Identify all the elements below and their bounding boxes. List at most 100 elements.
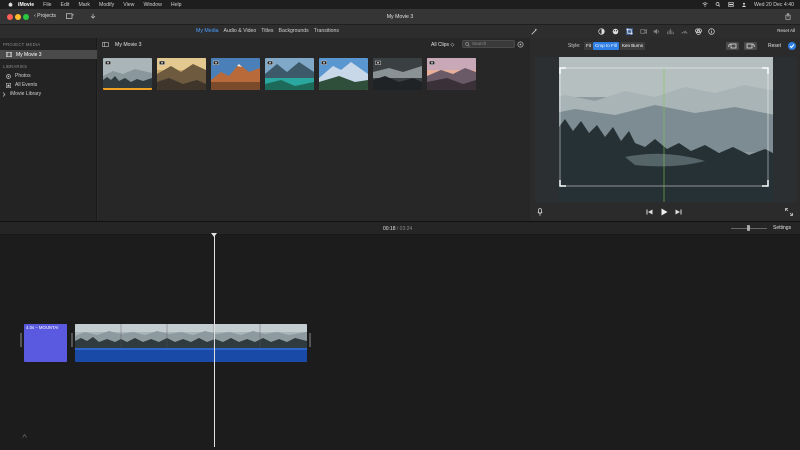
- browser-title: My Movie 3: [115, 42, 142, 48]
- sidebar-item-project[interactable]: My Movie 3: [0, 50, 97, 59]
- skip-forward-icon[interactable]: [675, 209, 682, 215]
- menu-edit[interactable]: Edit: [61, 2, 70, 8]
- speed-icon[interactable]: [681, 28, 688, 35]
- media-clip[interactable]: [211, 58, 260, 90]
- window-close-button[interactable]: [7, 14, 13, 20]
- playhead[interactable]: [214, 235, 215, 447]
- share-download-icon[interactable]: [89, 13, 97, 20]
- menu-mark[interactable]: Mark: [78, 2, 90, 8]
- style-crop-to-fill-button[interactable]: Crop to Fill: [593, 42, 619, 50]
- preview-image: [535, 57, 797, 202]
- tab-audio-video[interactable]: Audio & Video: [224, 28, 257, 34]
- libraries-sidebar: PROJECT MEDIA My Movie 3 LIBRARIES Photo…: [0, 38, 97, 221]
- user-icon[interactable]: [741, 2, 747, 7]
- video-camera-icon: [159, 60, 165, 65]
- clip-trim-handle[interactable]: [20, 333, 22, 347]
- rotate-left-button[interactable]: [726, 42, 739, 50]
- media-clip[interactable]: [427, 58, 476, 90]
- wifi-icon[interactable]: [702, 2, 708, 7]
- video-camera-icon: [267, 60, 273, 65]
- gear-icon[interactable]: [517, 41, 524, 48]
- menu-file[interactable]: File: [43, 2, 51, 8]
- import-media-icon[interactable]: [66, 13, 74, 20]
- window-title: My Movie 3: [386, 14, 414, 20]
- microphone-icon[interactable]: [537, 208, 543, 216]
- video-camera-icon: [213, 60, 219, 65]
- color-palette-icon[interactable]: [612, 28, 619, 35]
- sidebar-toggle-icon[interactable]: [102, 42, 109, 47]
- clip-filter-icon[interactable]: [695, 28, 702, 35]
- color-balance-icon[interactable]: [598, 28, 605, 35]
- star-icon: [6, 82, 11, 88]
- style-ken-burns-button[interactable]: Ken Burns: [620, 42, 646, 50]
- clip-trim-handle[interactable]: [71, 333, 73, 347]
- control-center-icon[interactable]: [728, 2, 734, 7]
- search-input[interactable]: Search: [462, 40, 515, 48]
- sidebar-item-library[interactable]: iMovie Library: [2, 91, 41, 97]
- share-icon[interactable]: [784, 13, 792, 20]
- tab-my-media[interactable]: My Media: [196, 28, 219, 34]
- media-clip[interactable]: [157, 58, 206, 90]
- video-camera-icon: [321, 60, 327, 65]
- timeline: 00:18 / 03:24 Settings 4.0s – MOUNTAI: [0, 221, 800, 450]
- chevron-right-icon[interactable]: [2, 91, 6, 97]
- checkmark-icon: [789, 44, 795, 49]
- settings-button[interactable]: Settings: [773, 225, 791, 231]
- sidebar-item-photos[interactable]: Photos: [6, 73, 31, 79]
- timeline-track[interactable]: 4.0s – MOUNTAI: [0, 235, 800, 450]
- window-zoom-button[interactable]: [23, 14, 29, 20]
- menu-view[interactable]: View: [123, 2, 134, 8]
- search-placeholder: Search: [472, 41, 487, 46]
- tab-titles[interactable]: Titles: [261, 28, 273, 34]
- adjustment-toolbar: [531, 25, 800, 38]
- info-icon[interactable]: [708, 28, 715, 35]
- menu-imovie[interactable]: iMovie: [18, 2, 34, 8]
- menu-modify[interactable]: Modify: [99, 2, 114, 8]
- project-media-header: PROJECT MEDIA: [3, 42, 41, 47]
- audio-waveform[interactable]: [75, 348, 307, 362]
- title-clip-label: 4.0s – MOUNTAI: [26, 325, 59, 330]
- rotate-right-button[interactable]: [744, 42, 757, 50]
- media-browser: My Movie 3 All Clips ◇ Search: [98, 38, 530, 221]
- media-clip[interactable]: [373, 58, 422, 90]
- stabilization-icon[interactable]: [640, 28, 647, 35]
- video-clip[interactable]: [75, 324, 307, 348]
- menu-window[interactable]: Window: [143, 2, 161, 8]
- timeline-header: 00:18 / 03:24 Settings: [0, 222, 800, 235]
- sidebar-item-all-events[interactable]: All Events: [6, 82, 37, 88]
- sidebar-item-label: Photos: [15, 73, 31, 79]
- media-clip[interactable]: [319, 58, 368, 90]
- viewer-panel: Style: Fit Crop to Fill Ken Burns Reset: [531, 28, 800, 221]
- tab-transitions[interactable]: Transitions: [314, 28, 339, 34]
- reset-button[interactable]: Reset: [768, 43, 781, 49]
- projects-button[interactable]: ‹ Projects: [34, 13, 56, 19]
- volume-icon[interactable]: [653, 28, 660, 35]
- expand-icon[interactable]: [22, 434, 27, 438]
- menu-help[interactable]: Help: [171, 2, 182, 8]
- media-clip[interactable]: [265, 58, 314, 90]
- video-preview[interactable]: [535, 57, 797, 202]
- zoom-slider-knob[interactable]: [747, 225, 750, 231]
- media-clip[interactable]: [103, 58, 152, 90]
- apply-button[interactable]: [788, 42, 796, 50]
- skip-back-icon[interactable]: [646, 209, 653, 215]
- crop-style-row: Style: Fit Crop to Fill Ken Burns Reset: [531, 41, 800, 51]
- menubar-clock[interactable]: Wed 20 Dec 4:40: [754, 2, 794, 8]
- apple-icon[interactable]: [8, 2, 13, 7]
- noise-reduction-icon[interactable]: [667, 28, 674, 35]
- clip-trim-handle[interactable]: [309, 333, 311, 347]
- crop-icon[interactable]: [626, 28, 633, 35]
- playhead-marker[interactable]: [211, 233, 217, 237]
- menu-bar: iMovie File Edit Mark Modify View Window…: [0, 0, 800, 9]
- tab-backgrounds[interactable]: Backgrounds: [279, 28, 309, 34]
- title-clip[interactable]: 4.0s – MOUNTAI: [24, 324, 67, 362]
- window-minimize-button[interactable]: [15, 14, 21, 20]
- search-icon[interactable]: [715, 2, 721, 7]
- clip-filter-dropdown[interactable]: All Clips ◇: [431, 42, 454, 48]
- libraries-header: LIBRARIES: [3, 64, 28, 69]
- play-icon[interactable]: [661, 208, 668, 216]
- fullscreen-icon[interactable]: [785, 208, 793, 216]
- rotate-left-icon: [728, 43, 737, 49]
- style-fit-button[interactable]: Fit: [584, 42, 593, 50]
- sidebar-item-label: iMovie Library: [10, 91, 42, 97]
